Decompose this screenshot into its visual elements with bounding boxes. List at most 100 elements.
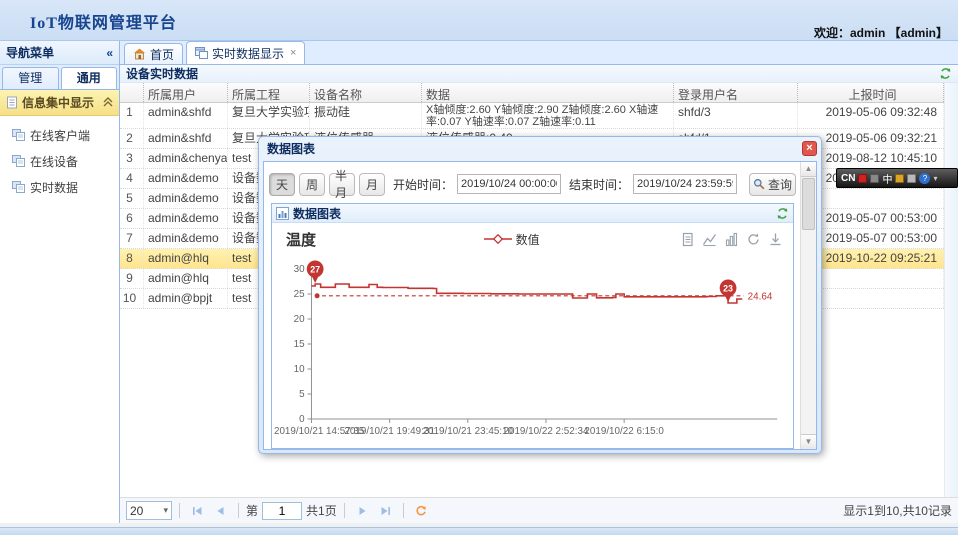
window-icon	[195, 47, 208, 59]
refresh-icon[interactable]	[939, 67, 952, 80]
chart-title: 温度	[286, 229, 316, 250]
column-header-5[interactable]: 登录用户名	[674, 83, 798, 102]
pager-first-button[interactable]	[187, 502, 207, 520]
pager-prev-button[interactable]	[211, 502, 231, 520]
dialog-title: 数据图表	[263, 137, 817, 161]
query-button-label: 查询	[768, 176, 792, 193]
restore-icon[interactable]	[746, 232, 761, 247]
column-header-6[interactable]: 上报时间	[798, 83, 944, 102]
chart-panel-title: 数据图表	[293, 205, 341, 222]
tab-home[interactable]: 首页	[124, 43, 183, 64]
chart-controls: 天周半月月 开始时间： 结束时间： 查询	[269, 169, 796, 199]
sidebar-item-1[interactable]: 在线设备	[0, 148, 119, 174]
end-time-label: 结束时间：	[569, 176, 629, 193]
svg-text:25: 25	[294, 289, 305, 300]
range-button-2[interactable]: 半月	[329, 173, 355, 196]
sidebar-item-2[interactable]: 实时数据	[0, 174, 119, 200]
pager-summary: 显示1到10,共10记录	[843, 502, 952, 519]
dialog-body: 天周半月月 开始时间： 结束时间： 查询 数据图表	[263, 161, 817, 450]
document-icon	[6, 96, 18, 109]
refresh-icon[interactable]	[776, 207, 789, 220]
pager-next-button[interactable]	[352, 502, 372, 520]
x-axis-label: 2019/10/21 23:45:10	[423, 426, 514, 437]
cell-user: admin&demo	[144, 169, 228, 188]
chart-head: 温度 数值	[272, 223, 793, 255]
bar-chart-toggle-icon[interactable]	[724, 232, 739, 247]
dialog-scrollbar[interactable]: ▲ ▼	[800, 162, 816, 449]
cell-user: admin&demo	[144, 229, 228, 248]
svg-text:30: 30	[294, 264, 305, 275]
start-time-input[interactable]	[457, 174, 561, 194]
column-header-1[interactable]: 所属用户	[144, 83, 228, 102]
ime-mode-label[interactable]: 中	[882, 171, 892, 186]
scroll-up-icon[interactable]: ▲	[801, 162, 816, 177]
ime-toolbar-icon[interactable]	[895, 174, 904, 183]
x-axis-label: 2019/10/22 6:15:0	[584, 426, 664, 437]
sidebar-title: 导航菜单	[6, 41, 54, 64]
range-button-1[interactable]: 周	[299, 173, 325, 196]
x-axis-label: 2019/10/22 2:52:34	[503, 426, 588, 437]
data-view-icon[interactable]	[680, 232, 695, 247]
table-row[interactable]: 1admin&shfd复旦大学实验项目振动硅X轴倾度:2.60 Y轴倾度:2.9…	[120, 103, 958, 129]
scrollbar-thumb[interactable]	[802, 178, 815, 230]
temperature-line-chart[interactable]: 0510152025302019/10/21 14:57:352019/10/2…	[272, 255, 793, 443]
ime-settings-icon[interactable]	[907, 174, 916, 183]
bottom-blue-strip	[0, 527, 958, 535]
column-header-4[interactable]: 数据	[422, 83, 674, 102]
column-header-0[interactable]	[120, 83, 144, 102]
line-chart-icon[interactable]	[702, 232, 717, 247]
ime-keyboard-icon[interactable]	[870, 174, 879, 183]
pager-last-button[interactable]	[376, 502, 396, 520]
tab-home-label: 首页	[150, 46, 174, 63]
chevron-up-icon	[103, 97, 113, 108]
sidebar-item-0[interactable]: 在线客户端	[0, 122, 119, 148]
data-chart-dialog: 数据图表 × 天周半月月 开始时间： 结束时间： 查询 数据图表	[258, 136, 822, 454]
app-title: IoT物联网管理平台	[30, 9, 177, 33]
page-size-value: 20	[130, 504, 143, 518]
ime-lang-label[interactable]: CN	[841, 173, 855, 184]
ime-help-icon[interactable]: ?	[919, 173, 930, 184]
chart-panel-header: 数据图表	[272, 204, 793, 223]
accordion-header-info-display[interactable]: 信息集中显示	[0, 90, 119, 116]
pager-refresh-icon[interactable]	[411, 502, 431, 520]
column-header-2[interactable]: 所属工程	[228, 83, 310, 102]
datagrid-scrollbar[interactable]	[944, 83, 958, 497]
svg-text:20: 20	[294, 314, 305, 325]
sidebar-header: 导航菜单 «	[0, 41, 119, 65]
end-time-input[interactable]	[633, 174, 737, 194]
cell-num: 1	[120, 103, 144, 128]
ime-language-bar[interactable]: CN 中 ? ▾	[836, 168, 958, 188]
tab-close-icon[interactable]: ×	[290, 47, 296, 59]
svg-text:15: 15	[294, 339, 305, 350]
legend-label: 数值	[516, 231, 540, 248]
chart-toolbox	[680, 232, 783, 247]
cell-num: 7	[120, 229, 144, 248]
ime-input-method-icon[interactable]	[858, 174, 867, 183]
start-time-label: 开始时间：	[393, 176, 453, 193]
tab-realtime-data[interactable]: 实时数据显示 ×	[186, 41, 305, 64]
column-header-3[interactable]: 设备名称	[310, 83, 422, 102]
range-button-3[interactable]: 月	[359, 173, 385, 196]
scroll-down-icon[interactable]: ▼	[801, 434, 816, 449]
page-number-input[interactable]	[262, 502, 302, 520]
cell-time: 2019-05-06 09:32:48	[798, 103, 944, 128]
welcome-text: 欢迎：admin 【admin】	[814, 24, 948, 41]
sidebar-collapse-icon[interactable]: «	[106, 41, 113, 64]
sidebar-tab-0[interactable]: 管理	[2, 67, 59, 89]
chart-legend[interactable]: 数值	[484, 231, 540, 248]
home-icon	[133, 48, 146, 60]
svg-text:0: 0	[299, 414, 305, 425]
cell-data: X轴倾度:2.60 Y轴倾度:2.90 Z轴倾度:2.60 X轴速率:0.07 …	[422, 103, 674, 128]
page-size-select[interactable]: 20 ▾	[126, 501, 172, 520]
range-button-0[interactable]: 天	[269, 173, 295, 196]
client-window-icon	[12, 129, 25, 141]
close-icon[interactable]: ×	[802, 141, 817, 156]
tab-bar: 首页 实时数据显示 ×	[120, 41, 958, 65]
chart-panel: 数据图表 温度 数值	[271, 203, 794, 449]
save-image-icon[interactable]	[768, 232, 783, 247]
sidebar: 导航菜单 « 管理通用 信息集中显示 在线客户端在线设备实时数据	[0, 41, 120, 523]
query-button[interactable]: 查询	[749, 173, 796, 196]
ime-options-icon[interactable]: ▾	[933, 174, 937, 183]
cell-user: admin&demo	[144, 209, 228, 228]
sidebar-tab-1[interactable]: 通用	[61, 67, 118, 89]
